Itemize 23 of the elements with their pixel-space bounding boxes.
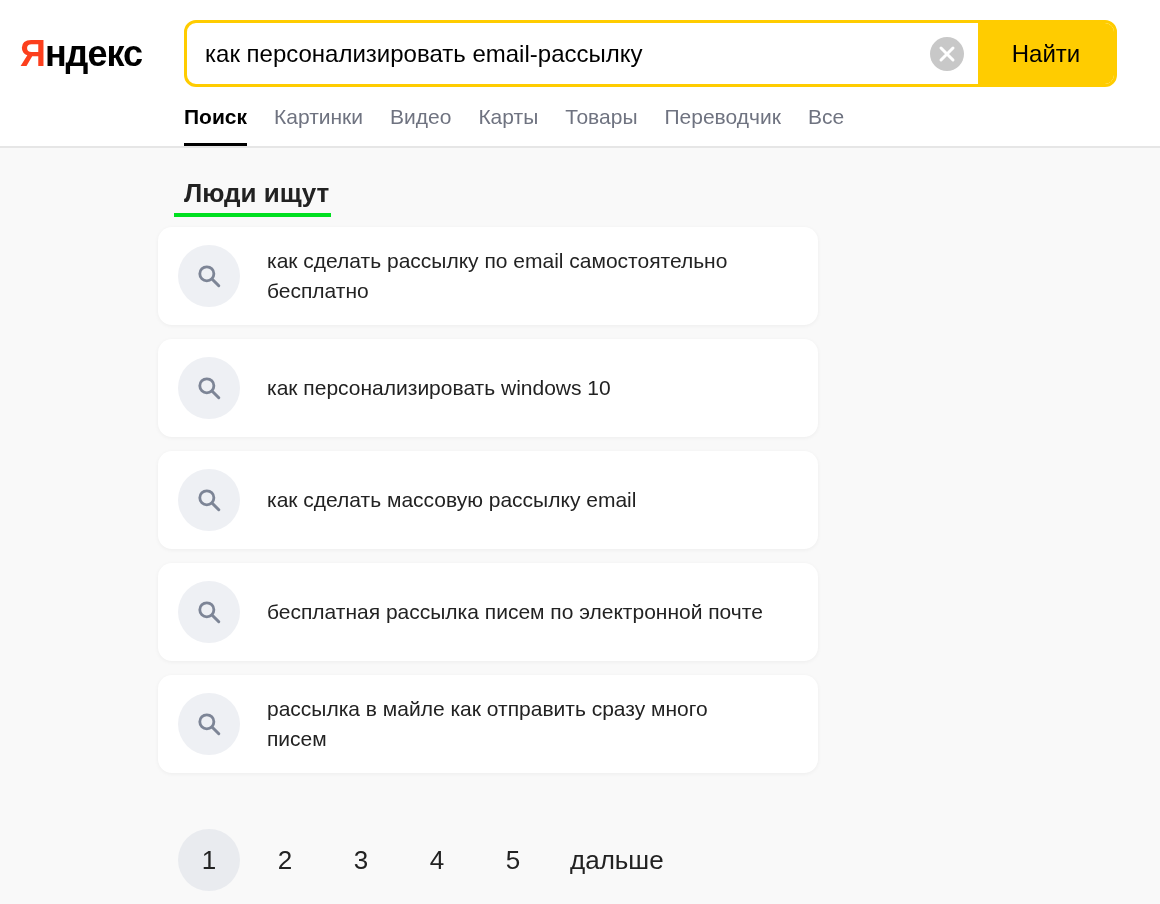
related-query-card[interactable]: бесплатная рассылка писем по электронной почте (158, 563, 818, 661)
page-link[interactable]: 5 (482, 829, 544, 891)
section-title: Люди ищут (174, 178, 332, 217)
page-link[interactable]: 1 (178, 829, 240, 891)
search-tab[interactable]: Переводчик (664, 101, 781, 146)
clear-icon[interactable] (930, 36, 964, 71)
search-button[interactable]: Найти (978, 23, 1114, 84)
search-tab[interactable]: Карты (478, 101, 539, 146)
logo[interactable]: Яндекс (0, 32, 184, 75)
search-tab[interactable]: Картинки (274, 101, 364, 146)
related-query-card[interactable]: как сделать рассылку по email самостоятельно бесплатно (158, 227, 818, 325)
related-query-card[interactable]: как сделать массовую рассылку email (158, 451, 818, 549)
page-link[interactable]: 3 (330, 829, 392, 891)
search-tab[interactable]: Все (807, 101, 845, 146)
page-link[interactable]: 2 (254, 829, 316, 891)
search-tab[interactable]: Поиск (184, 101, 248, 146)
page-link[interactable]: 4 (406, 829, 468, 891)
search-tab[interactable]: Товары (565, 101, 638, 146)
related-query-card[interactable]: как персонализировать windows 10 (158, 339, 818, 437)
related-query-card[interactable]: рассылка в майле как отправить сразу много писем (158, 675, 818, 773)
next-page-link[interactable]: дальше (570, 844, 664, 876)
search-tab[interactable]: Видео (390, 101, 452, 146)
search-field[interactable]: как персонализировать email-рассылку Найти (184, 20, 1117, 87)
